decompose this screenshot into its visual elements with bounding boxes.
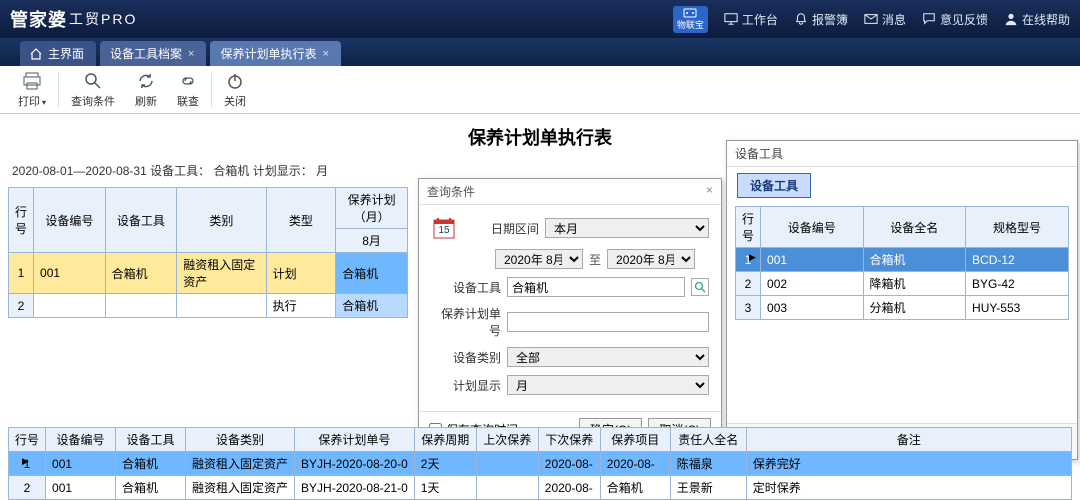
- nav-message[interactable]: 消息: [864, 11, 906, 28]
- date-range-label: 日期区间: [469, 220, 539, 237]
- col-code[interactable]: 设备编号: [761, 207, 864, 248]
- logo-sub: 工贸PRO: [69, 9, 137, 29]
- popup-tab[interactable]: 设备工具: [737, 173, 811, 198]
- table-row[interactable]: 2 执行 合箱机: [9, 294, 408, 318]
- power-icon: [225, 71, 245, 91]
- tab-bar: 主界面 设备工具档案 × 保养计划单执行表 ×: [0, 38, 1080, 66]
- date-preset-select[interactable]: 本月: [545, 218, 709, 238]
- tab-home[interactable]: 主界面: [20, 41, 96, 66]
- speech-icon: [922, 12, 936, 26]
- svg-text:15: 15: [438, 225, 450, 236]
- query-button[interactable]: 查询条件: [61, 67, 125, 113]
- link-icon: [178, 71, 198, 91]
- tool-label: 设备工具: [431, 279, 501, 296]
- lower-grid: 行号 设备编号 设备工具 设备类别 保养计划单号 保养周期 上次保养 下次保养 …: [8, 427, 1072, 500]
- calendar-icon: 15: [431, 215, 457, 241]
- col-spec[interactable]: 规格型号: [966, 207, 1069, 248]
- dialog-titlebar[interactable]: 查询条件 ×: [419, 179, 721, 205]
- col-last[interactable]: 上次保养: [476, 428, 538, 452]
- search-icon: [83, 71, 103, 91]
- plan-no-label: 保养计划单号: [431, 305, 501, 339]
- col-type[interactable]: 类型: [266, 188, 336, 253]
- iot-badge[interactable]: 物联宝: [673, 6, 708, 33]
- nav-workbench[interactable]: 工作台: [724, 11, 778, 28]
- toolbar: 打印▾ 查询条件 刷新 联查 关闭: [0, 66, 1080, 114]
- table-row[interactable]: 1▶001合箱机BCD-12: [736, 248, 1069, 272]
- close-icon[interactable]: ×: [322, 48, 328, 60]
- table-row[interactable]: 2001合箱机融资租入固定资产BYJH-2020-08-21-01天2020-0…: [9, 476, 1072, 500]
- nav-feedback[interactable]: 意见反馈: [922, 11, 988, 28]
- col-person[interactable]: 责任人全名: [670, 428, 746, 452]
- col-name[interactable]: 设备全名: [863, 207, 966, 248]
- refresh-icon: [136, 71, 156, 91]
- close-icon[interactable]: ×: [706, 183, 713, 200]
- print-button[interactable]: 打印▾: [8, 67, 56, 113]
- popup-title[interactable]: 设备工具: [727, 141, 1077, 167]
- tool-input[interactable]: [507, 277, 685, 297]
- search-icon: [694, 281, 706, 293]
- display-select[interactable]: 月: [507, 375, 709, 395]
- bell-icon: [794, 12, 808, 26]
- toolbar-separator: [58, 73, 59, 107]
- col-item[interactable]: 保养项目: [600, 428, 670, 452]
- col-rownum[interactable]: 行号: [9, 428, 46, 452]
- table-row[interactable]: 1▶001合箱机融资租入固定资产BYJH-2020-08-20-02天2020-…: [9, 452, 1072, 476]
- col-month-sub[interactable]: 8月: [336, 229, 408, 253]
- date-to-input[interactable]: 2020年 8月31日: [607, 249, 695, 269]
- tab-maintenance-plan[interactable]: 保养计划单执行表 ×: [210, 41, 340, 66]
- col-code[interactable]: 设备编号: [46, 428, 116, 452]
- col-plan-month[interactable]: 保养计划（月）: [336, 188, 408, 229]
- table-row[interactable]: 3003分箱机HUY-553: [736, 296, 1069, 320]
- device-tool-popup: 设备工具 设备工具 行号 设备编号 设备全名 规格型号 1▶001合箱机BCD-…: [726, 140, 1078, 460]
- col-device-tool[interactable]: 设备工具: [105, 188, 177, 253]
- col-next[interactable]: 下次保养: [538, 428, 600, 452]
- toolbar-separator: [211, 73, 212, 107]
- date-from-input[interactable]: 2020年 8月 1日: [495, 249, 583, 269]
- col-cycle[interactable]: 保养周期: [414, 428, 476, 452]
- tool-lookup-button[interactable]: [691, 278, 709, 296]
- display-label: 计划显示: [431, 377, 501, 394]
- refresh-button[interactable]: 刷新: [125, 67, 167, 113]
- plan-no-input[interactable]: [507, 312, 709, 332]
- home-icon: [30, 48, 42, 60]
- col-tool[interactable]: 设备工具: [116, 428, 186, 452]
- envelope-icon: [864, 12, 878, 26]
- table-row[interactable]: 2002降箱机BYG-42: [736, 272, 1069, 296]
- table-row[interactable]: 1 001 合箱机 融资租入固定资产 计划 合箱机: [9, 253, 408, 294]
- col-rownum[interactable]: 行号: [9, 188, 34, 253]
- category-label: 设备类别: [431, 349, 501, 366]
- close-button[interactable]: 关闭: [214, 67, 256, 113]
- printer-icon: [22, 71, 42, 91]
- col-rownum[interactable]: 行号: [736, 207, 761, 248]
- query-dialog: 查询条件 × 15 日期区间 本月 2020年 8月 1日 至 2020年 8月…: [418, 178, 722, 448]
- person-icon: [1004, 12, 1018, 26]
- col-device-code[interactable]: 设备编号: [34, 188, 106, 253]
- col-cat[interactable]: 设备类别: [186, 428, 295, 452]
- link-query-button[interactable]: 联查: [167, 67, 209, 113]
- close-icon[interactable]: ×: [188, 48, 194, 60]
- tab-device-archive[interactable]: 设备工具档案 ×: [100, 41, 206, 66]
- col-note[interactable]: 备注: [746, 428, 1071, 452]
- logo-main: 管家婆: [10, 6, 67, 32]
- nav-alarm[interactable]: 报警簿: [794, 11, 848, 28]
- nav-help[interactable]: 在线帮助: [1004, 11, 1070, 28]
- top-nav: 物联宝 工作台 报警簿 消息 意见反馈 在线帮助: [673, 6, 1070, 33]
- monitor-icon: [724, 12, 738, 26]
- app-header: 管家婆 工贸PRO 物联宝 工作台 报警簿 消息 意见反馈 在线帮助: [0, 0, 1080, 38]
- category-select[interactable]: 全部: [507, 347, 709, 367]
- col-category[interactable]: 类别: [177, 188, 266, 253]
- col-plan[interactable]: 保养计划单号: [295, 428, 415, 452]
